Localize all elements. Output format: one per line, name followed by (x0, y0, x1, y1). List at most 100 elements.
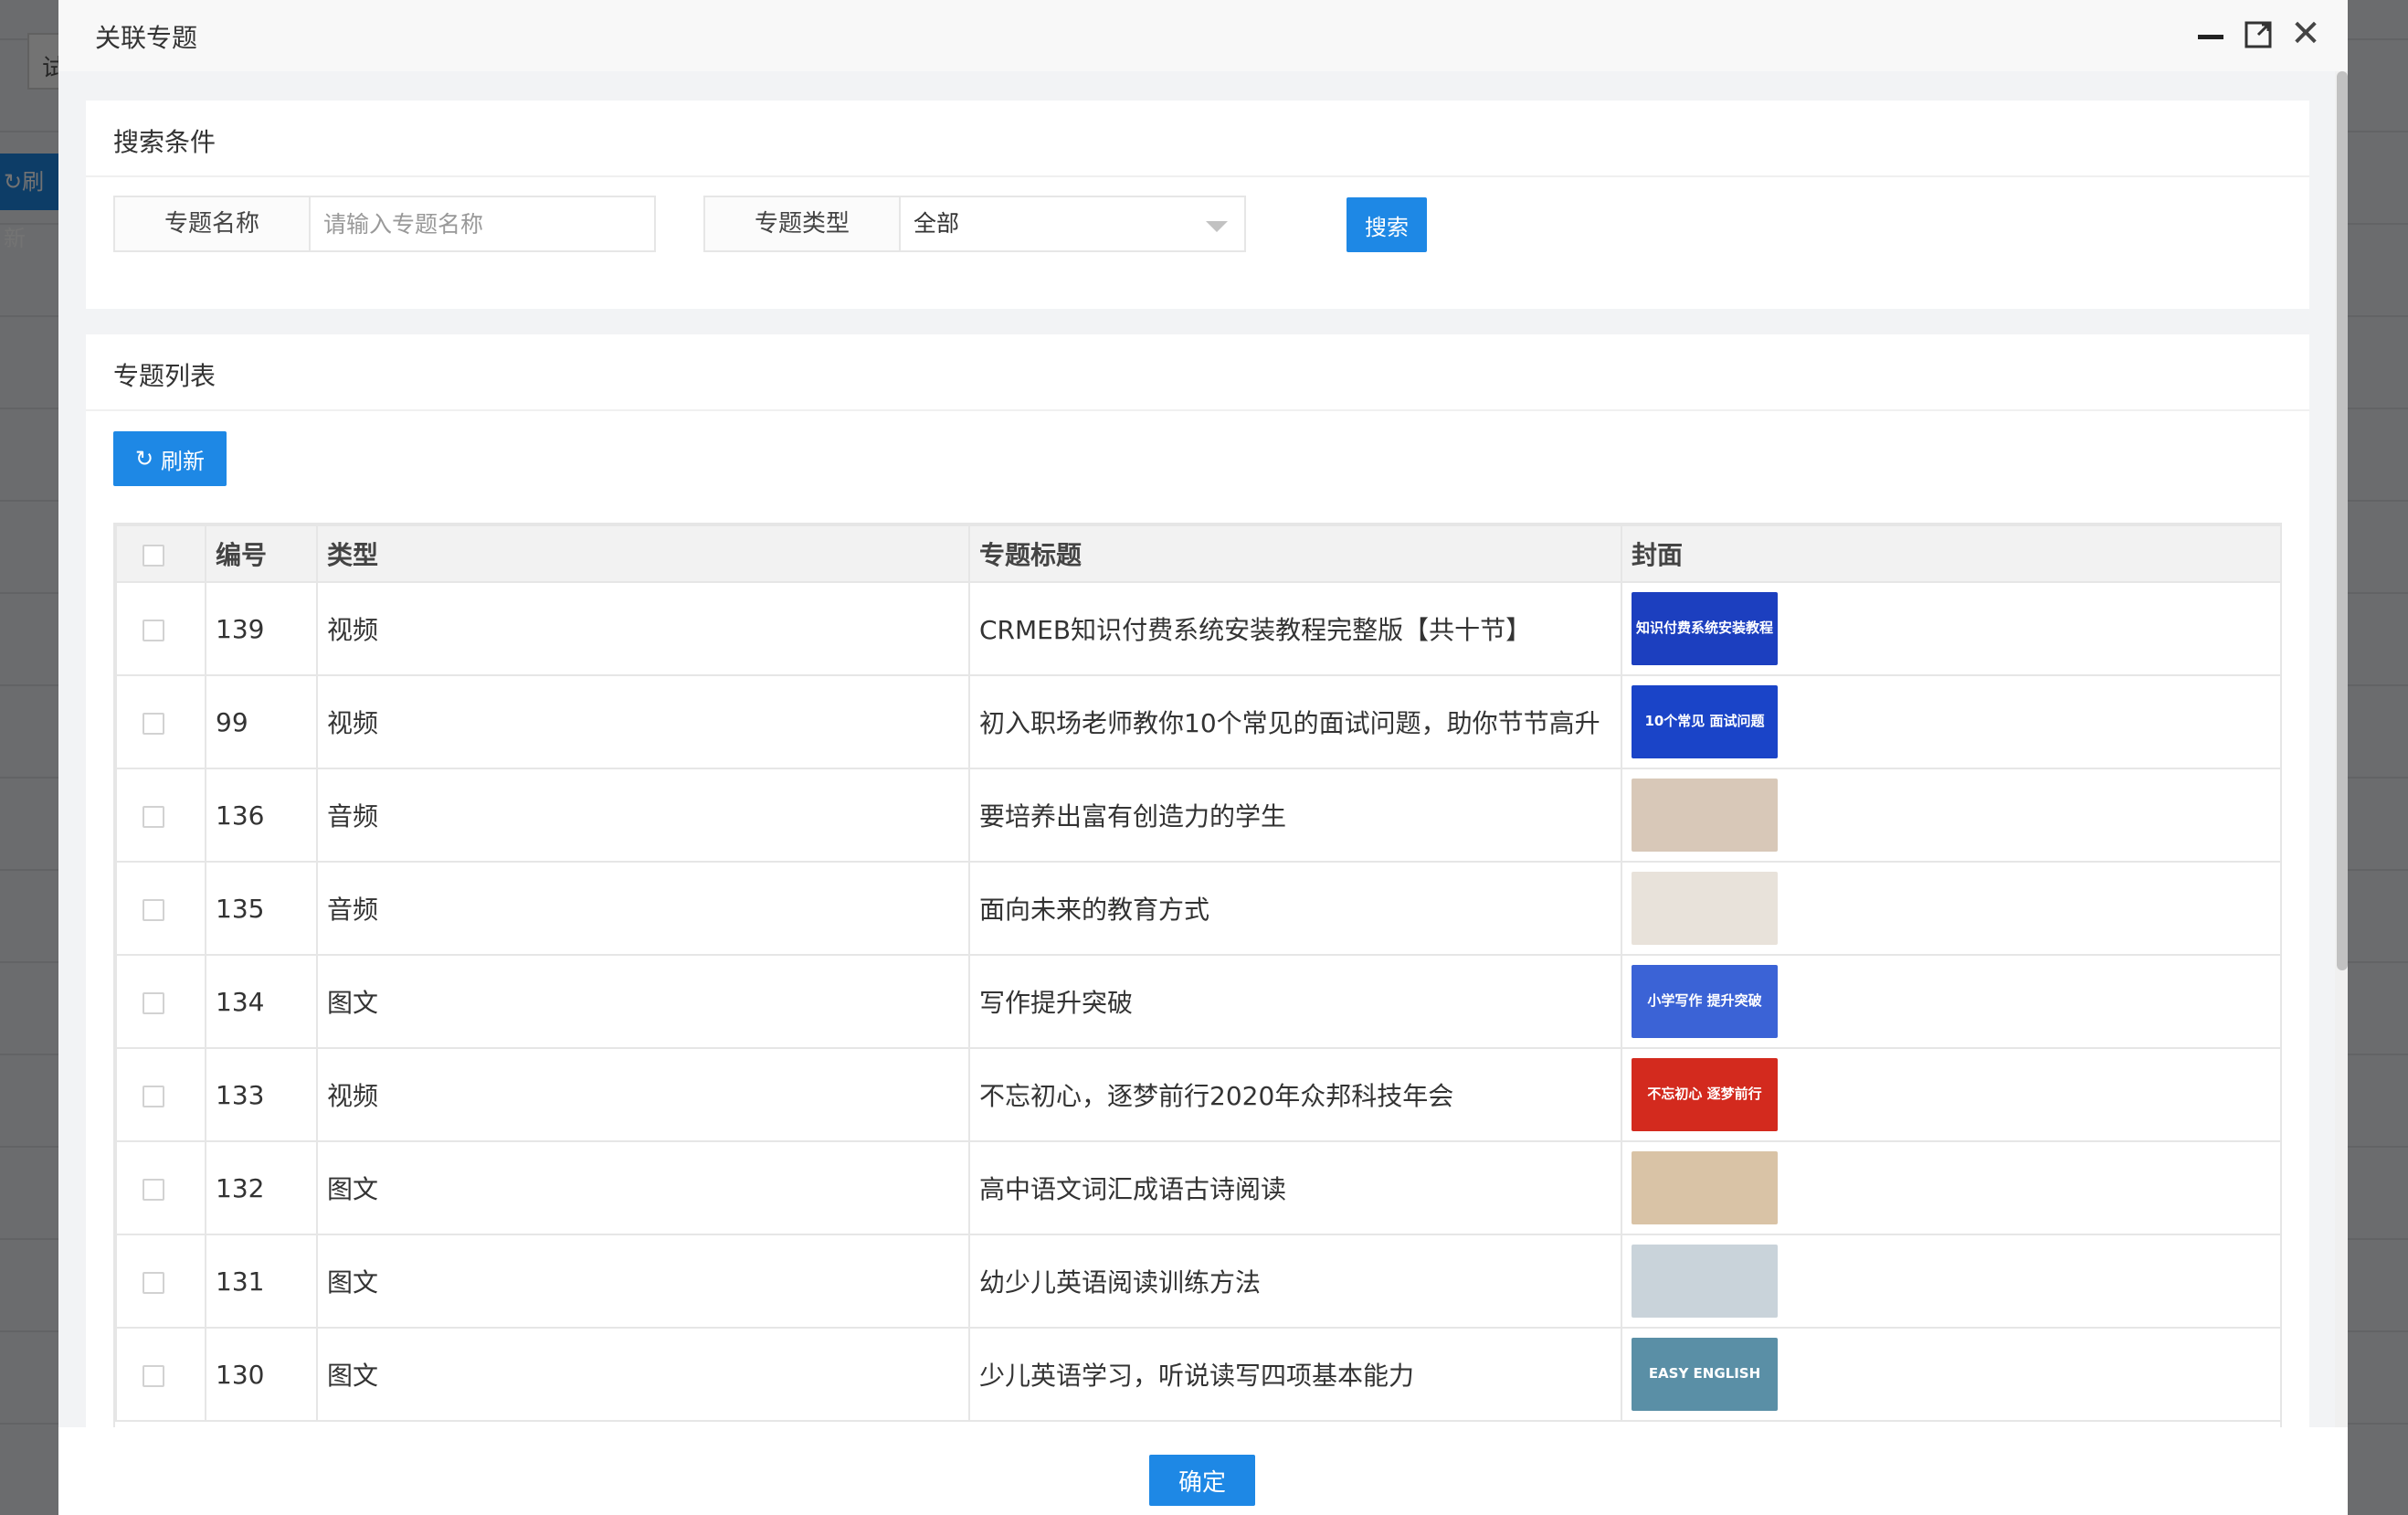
row-checkbox-cell (115, 1327, 206, 1422)
row-title: 面向未来的教育方式 (968, 861, 1622, 956)
cover-text: 知识付费系统安装教程 (1635, 620, 1773, 637)
maximize-icon[interactable] (2240, 16, 2276, 53)
table-row[interactable]: 136 音频 要培养出富有创造力的学生 (115, 768, 2280, 863)
row-type: 视频 (316, 581, 970, 676)
table-row[interactable]: 135 音频 面向未来的教育方式 (115, 861, 2280, 956)
row-checkbox[interactable] (143, 991, 164, 1014)
row-checkbox[interactable] (143, 712, 164, 735)
row-id: 134 (205, 954, 318, 1049)
column-header-type: 类型 (316, 524, 970, 583)
row-checkbox[interactable] (143, 1085, 164, 1107)
row-id: 139 (205, 581, 318, 676)
search-section-title: 搜索条件 (113, 127, 217, 157)
topic-type-label: 专题类型 (703, 196, 899, 252)
topic-type-select[interactable]: 全部 (899, 196, 1246, 252)
row-checkbox-cell (115, 954, 206, 1049)
row-checkbox-cell (115, 768, 206, 863)
cover-image: 10个常见 面试问题 (1632, 685, 1778, 758)
table-row[interactable]: 134 图文 写作提升突破 小学写作 提升突破 (115, 954, 2280, 1049)
column-header-cover: 封面 (1621, 524, 2280, 583)
topic-name-field: 专题名称 (113, 196, 656, 252)
row-checkbox[interactable] (143, 619, 164, 641)
row-checkbox-cell (115, 1140, 206, 1235)
cover-image (1632, 779, 1778, 852)
table-header-row: 编号 类型 专题标题 封面 (115, 524, 2280, 583)
row-checkbox-cell (115, 1047, 206, 1142)
row-type: 音频 (316, 861, 970, 956)
row-checkbox-cell (115, 861, 206, 956)
row-checkbox-cell (115, 1234, 206, 1329)
select-all-checkbox[interactable] (143, 544, 164, 567)
row-checkbox[interactable] (143, 1178, 164, 1201)
topic-name-label: 专题名称 (113, 196, 309, 252)
row-cover-cell: 小学写作 提升突破 (1621, 954, 2280, 1049)
row-cover-cell: 不忘初心 逐梦前行 (1621, 1047, 2280, 1142)
chevron-down-icon (1206, 221, 1228, 232)
minimize-icon[interactable] (2192, 16, 2229, 53)
related-topics-modal: 关联专题 ✕ 搜索条件 专题名称 专题类型 全部 搜索 专题列表 (58, 0, 2348, 1515)
column-header-id: 编号 (205, 524, 318, 583)
refresh-icon: ↻ (134, 446, 154, 471)
modal-title: 关联专题 (95, 23, 198, 53)
topic-type-field: 专题类型 全部 (703, 196, 1246, 252)
row-id: 99 (205, 674, 318, 769)
cover-text: 10个常见 面试问题 (1644, 713, 1765, 730)
row-cover-cell: EASY ENGLISH (1621, 1327, 2280, 1422)
row-type: 音频 (316, 768, 970, 863)
row-title: 高中语文词汇成语古诗阅读 (968, 1140, 1622, 1235)
row-id: 130 (205, 1327, 318, 1422)
search-divider (86, 175, 2309, 177)
select-all-header (115, 524, 206, 583)
search-button[interactable]: 搜索 (1347, 197, 1427, 252)
cover-text: 不忘初心 逐梦前行 (1647, 1086, 1762, 1103)
row-type: 图文 (316, 1234, 970, 1329)
row-checkbox[interactable] (143, 898, 164, 921)
cover-image: 小学写作 提升突破 (1632, 965, 1778, 1038)
cover-image: 不忘初心 逐梦前行 (1632, 1058, 1778, 1131)
cover-image: 知识付费系统安装教程 (1632, 592, 1778, 665)
row-id: 131 (205, 1234, 318, 1329)
search-conditions-panel: 搜索条件 专题名称 专题类型 全部 搜索 (86, 101, 2309, 309)
cover-text: 小学写作 提升突破 (1647, 992, 1762, 1010)
refresh-button[interactable]: ↻ 刷新 (113, 431, 227, 486)
row-title: 写作提升突破 (968, 954, 1622, 1049)
row-checkbox[interactable] (143, 805, 164, 828)
list-section-title: 专题列表 (113, 361, 217, 391)
modal-header: 关联专题 ✕ (58, 0, 2348, 71)
cover-image: EASY ENGLISH (1632, 1338, 1778, 1411)
list-divider (86, 409, 2309, 411)
row-cover-cell: 知识付费系统安装教程 (1621, 581, 2280, 676)
row-checkbox[interactable] (143, 1364, 164, 1387)
row-type: 图文 (316, 1327, 970, 1422)
table-row[interactable]: 131 图文 幼少儿英语阅读训练方法 (115, 1234, 2280, 1329)
cover-text: EASY ENGLISH (1648, 1365, 1761, 1383)
table-row[interactable]: 130 图文 少儿英语学习，听说读写四项基本能力 EASY ENGLISH (115, 1327, 2280, 1422)
table-row[interactable]: 99 视频 初入职场老师教你10个常见的面试问题，助你节节高升 10个常见 面试问题 (115, 674, 2280, 769)
row-cover-cell (1621, 861, 2280, 956)
table-row[interactable]: 132 图文 高中语文词汇成语古诗阅读 (115, 1140, 2280, 1235)
row-id: 132 (205, 1140, 318, 1235)
modal-footer: 确定 (58, 1427, 2348, 1515)
row-title: 要培养出富有创造力的学生 (968, 768, 1622, 863)
row-title: 幼少儿英语阅读训练方法 (968, 1234, 1622, 1329)
row-title: CRMEB知识付费系统安装教程完整版【共十节】 (968, 581, 1622, 676)
confirm-button[interactable]: 确定 (1149, 1455, 1255, 1506)
row-checkbox[interactable] (143, 1271, 164, 1294)
row-title: 少儿英语学习，听说读写四项基本能力 (968, 1327, 1622, 1422)
refresh-label: 刷新 (161, 448, 206, 474)
topic-list-panel: 专题列表 ↻ 刷新 编号 类型 专题标题 封面 139 视频 CRMEB知识付费… (86, 334, 2309, 1431)
modal-scrollbar-thumb[interactable] (2337, 71, 2348, 970)
row-id: 135 (205, 861, 318, 956)
table-row[interactable]: 139 视频 CRMEB知识付费系统安装教程完整版【共十节】 知识付费系统安装教程 (115, 581, 2280, 676)
close-icon[interactable]: ✕ (2287, 16, 2324, 53)
row-type: 图文 (316, 1140, 970, 1235)
row-checkbox-cell (115, 674, 206, 769)
table-row[interactable]: 133 视频 不忘初心，逐梦前行2020年众邦科技年会 不忘初心 逐梦前行 (115, 1047, 2280, 1142)
row-cover-cell: 10个常见 面试问题 (1621, 674, 2280, 769)
topic-name-input[interactable] (309, 196, 656, 252)
row-title: 不忘初心，逐梦前行2020年众邦科技年会 (968, 1047, 1622, 1142)
row-title: 初入职场老师教你10个常见的面试问题，助你节节高升 (968, 674, 1622, 769)
row-checkbox-cell (115, 581, 206, 676)
cover-image (1632, 1245, 1778, 1318)
column-header-title: 专题标题 (968, 524, 1622, 583)
